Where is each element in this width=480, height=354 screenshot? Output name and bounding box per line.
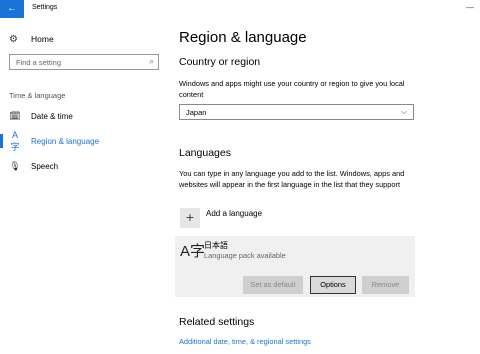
plus-icon: + (180, 208, 200, 228)
sidebar-item-label: Region & language (31, 136, 100, 146)
window-title: Settings (32, 4, 58, 11)
country-description: Windows and apps might use your country … (179, 79, 405, 99)
search-placeholder: Find a setting (16, 58, 62, 67)
related-settings-heading: Related settings (179, 316, 255, 328)
gear-icon: ⚙ (9, 33, 18, 45)
country-select[interactable]: Japan ⌵ (179, 104, 414, 120)
options-button[interactable]: Options (310, 276, 356, 294)
search-input[interactable]: Find a setting ⌕ (9, 54, 159, 70)
sidebar-item-label: Date & time (31, 111, 73, 121)
language-icon: A字 (180, 243, 206, 260)
set-as-default-button[interactable]: Set as default (243, 276, 303, 294)
selection-indicator (0, 134, 3, 148)
add-language-label: Add a language (206, 209, 263, 218)
home-nav-item[interactable]: ⚙ Home (9, 32, 54, 46)
selection-indicator (0, 109, 3, 123)
add-language-button[interactable]: + Add a language (180, 208, 262, 230)
sidebar-item-region-language[interactable]: A字 Region & language (0, 129, 170, 152)
remove-button[interactable]: Remove (362, 276, 409, 294)
minimize-button[interactable]: — (466, 3, 474, 12)
sidebar: ⚙ Home Find a setting ⌕ Time & language … (0, 18, 170, 354)
section-label: Time & language (9, 91, 66, 100)
page-title: Region & language (179, 29, 307, 46)
title-bar: ← Settings — (0, 0, 480, 18)
calendar-clock-icon: 🗓 (9, 110, 21, 121)
search-icon[interactable]: ⌕ (150, 57, 154, 67)
chevron-down-icon: ⌵ (400, 107, 407, 116)
selection-indicator (0, 159, 3, 173)
back-arrow-icon: ← (7, 3, 17, 14)
home-label: Home (31, 34, 54, 44)
language-status: Language pack available (204, 251, 286, 260)
back-button[interactable]: ← (0, 0, 24, 18)
country-heading: Country or region (179, 56, 261, 68)
microphone-icon: 🎙 (9, 160, 21, 171)
sidebar-item-speech[interactable]: 🎙 Speech (0, 156, 170, 176)
sidebar-item-label: Speech (31, 161, 59, 171)
sidebar-item-date-time[interactable]: 🗓 Date & time (0, 106, 170, 126)
languages-heading: Languages (179, 147, 231, 159)
language-icon: A字 (10, 129, 20, 152)
main-content: Region & language Country or region Wind… (170, 18, 480, 354)
languages-description: You can type in any language you add to … (179, 169, 405, 189)
minimize-icon: — (466, 3, 474, 12)
additional-settings-link[interactable]: Additional date, time, & regional settin… (179, 337, 311, 346)
country-selected-value: Japan (186, 108, 207, 117)
language-list-item[interactable]: A字 日本語 Language pack available Set as de… (175, 236, 415, 297)
language-name: 日本語 (204, 241, 228, 250)
